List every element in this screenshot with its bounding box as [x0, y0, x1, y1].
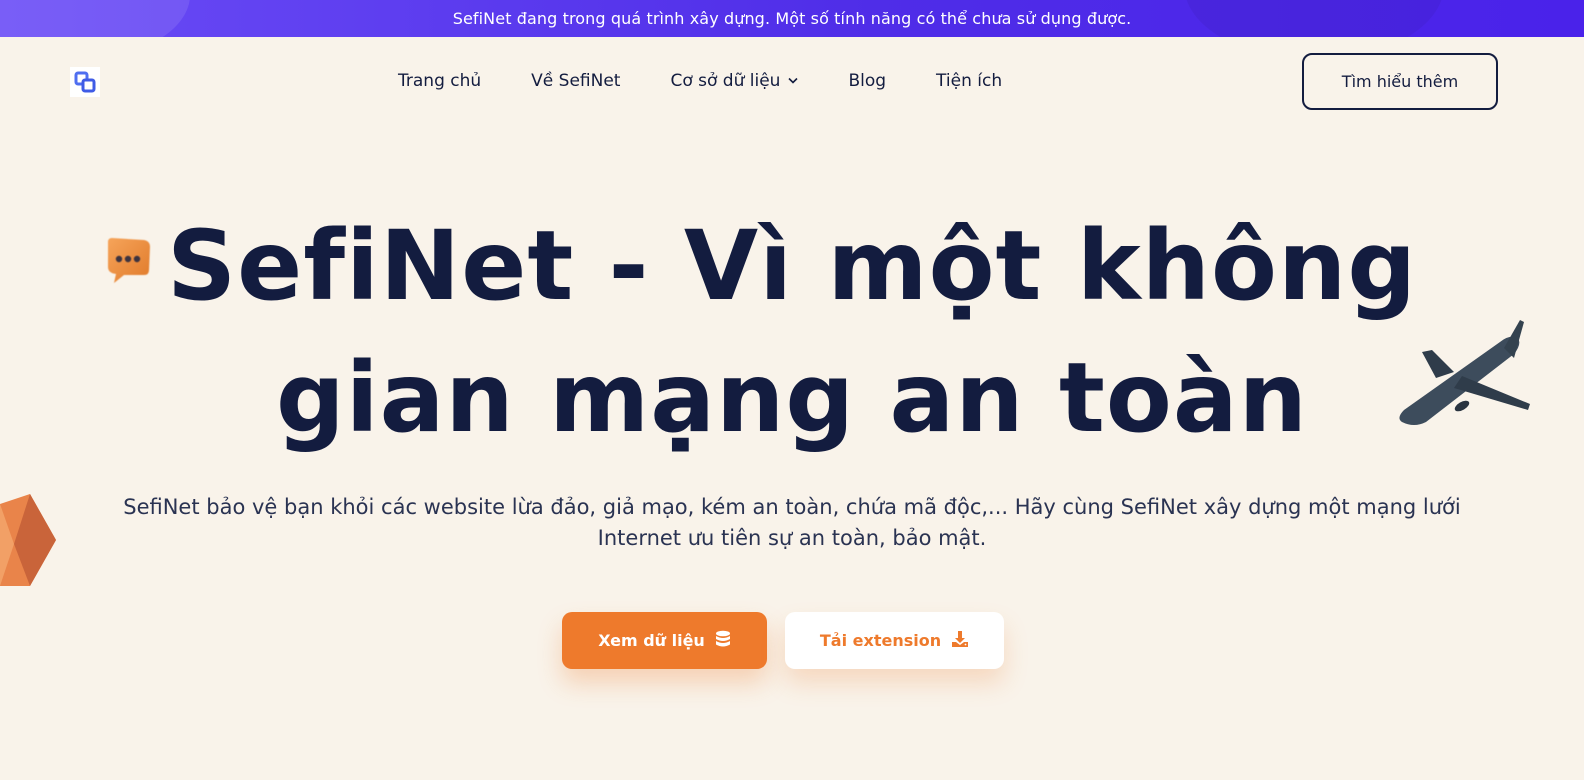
nav-item-label: Trang chủ — [398, 71, 482, 91]
nav-item-utilities[interactable]: Tiện ích — [936, 71, 1002, 91]
nav-item-label: Cơ sở dữ liệu — [670, 71, 781, 91]
view-data-button-label: Xem dữ liệu — [598, 631, 705, 650]
learn-more-button[interactable]: Tìm hiểu thêm — [1302, 53, 1498, 110]
hero-title: SefiNet - Vì một không gian mạng an toàn — [0, 200, 1584, 464]
chevron-down-icon — [788, 74, 799, 87]
banner-decoration — [1184, 0, 1444, 37]
nav-item-database[interactable]: Cơ sở dữ liệu — [670, 71, 799, 91]
database-icon — [715, 630, 731, 652]
banner-decoration — [0, 0, 190, 37]
banner-text: SefiNet đang trong quá trình xây dựng. M… — [452, 9, 1132, 28]
sefinet-logo-icon[interactable] — [70, 67, 100, 97]
nav-item-label: Về SefiNet — [531, 71, 621, 91]
download-icon — [951, 630, 969, 652]
view-data-button[interactable]: Xem dữ liệu — [562, 612, 767, 669]
hero-title-line-2: gian mạng an toàn — [276, 342, 1308, 454]
nav-item-home[interactable]: Trang chủ — [398, 71, 481, 91]
main-nav: Trang chủ Về SefiNet Cơ sở dữ liệu Blog … — [398, 69, 1002, 93]
hero-subtitle: SefiNet bảo vệ bạn khỏi các website lừa … — [123, 495, 1461, 550]
nav-item-about[interactable]: Về SefiNet — [531, 71, 620, 91]
download-extension-button[interactable]: Tải extension — [785, 612, 1004, 669]
hero-title-line-1: SefiNet - Vì một không — [166, 210, 1418, 322]
nav-item-label: Tiện ích — [936, 71, 1003, 91]
download-extension-button-label: Tải extension — [819, 631, 942, 650]
nav-item-label: Blog — [848, 71, 887, 91]
announcement-banner: SefiNet đang trong quá trình xây dựng. M… — [0, 0, 1584, 37]
cube-icon — [0, 494, 56, 588]
nav-item-blog[interactable]: Blog — [848, 71, 886, 91]
